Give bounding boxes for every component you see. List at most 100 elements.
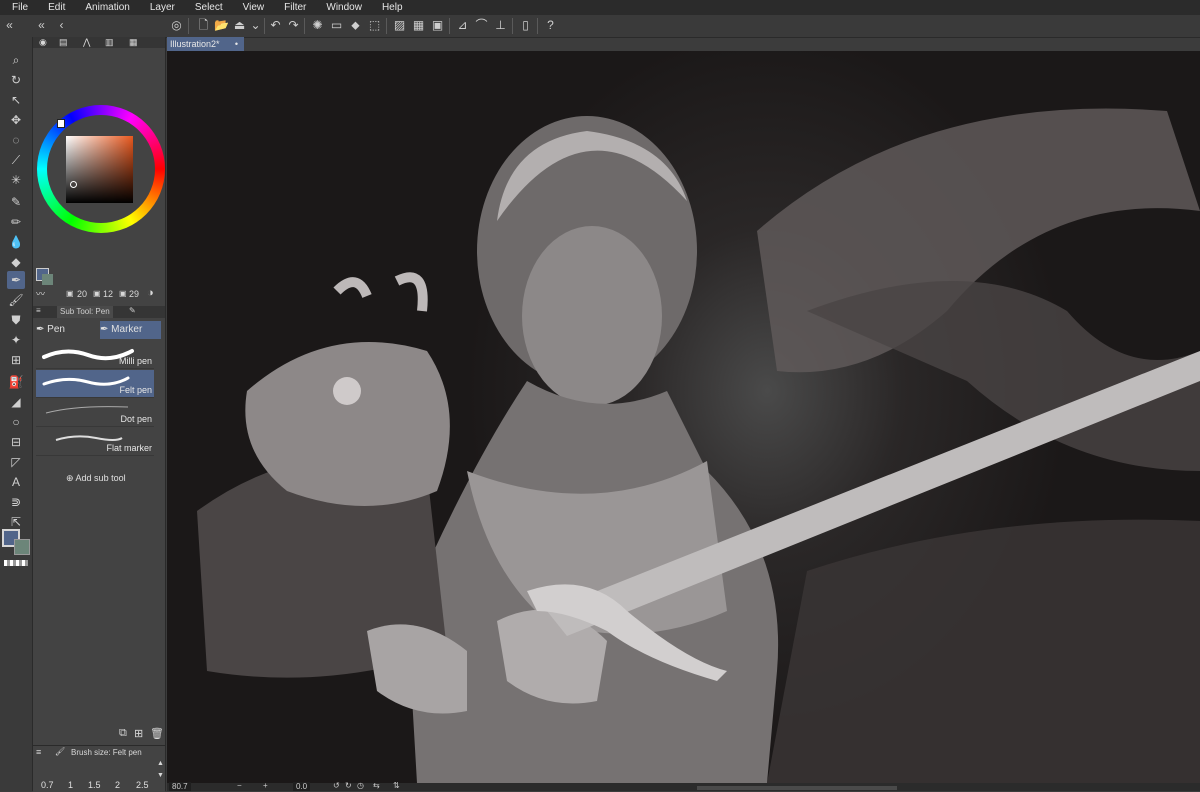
airbrush-icon[interactable]: ⛊: [7, 311, 25, 329]
delete-subtool-icon[interactable]: 🗑: [150, 727, 164, 740]
canvas[interactable]: [167, 51, 1200, 783]
menu-view[interactable]: View: [231, 0, 273, 15]
zoom-field[interactable]: 80.7: [169, 782, 191, 791]
gradient-icon[interactable]: ◢: [7, 393, 25, 411]
ruler-tool-icon[interactable]: ◸: [7, 453, 25, 471]
menu-window[interactable]: Window: [314, 0, 370, 15]
blend-icon[interactable]: 💧: [7, 233, 25, 251]
brush-dot-pen[interactable]: Dot pen: [36, 399, 154, 427]
size-preset[interactable]: 2.5: [136, 780, 149, 790]
new-canvas-icon[interactable]: 🗋: [196, 18, 211, 33]
brush-flat-marker[interactable]: Flat marker: [36, 428, 154, 456]
app-logo-icon[interactable]: ◎: [169, 18, 184, 33]
intermediate-tab-icon[interactable]: ▦: [129, 37, 138, 48]
tab-illustration2[interactable]: Illustration2* •: [167, 37, 244, 51]
undo-icon[interactable]: ↶: [268, 18, 283, 33]
magic-wand-icon[interactable]: ✳: [7, 171, 25, 189]
set-tab-icon[interactable]: ▤: [59, 37, 68, 48]
size-preset[interactable]: 0.7: [41, 780, 54, 790]
artwork[interactable]: [167, 51, 1200, 783]
collapse-left-icon[interactable]: «: [2, 18, 17, 33]
invert-icon[interactable]: ▦: [411, 18, 426, 33]
rotate-right-icon[interactable]: ↻: [345, 781, 352, 790]
fill-icon[interactable]: ⬥: [348, 18, 363, 33]
transparent-color-swatch[interactable]: [4, 560, 28, 566]
wheel-tab-icon[interactable]: ◉: [39, 37, 47, 48]
lasso-icon[interactable]: ◌: [7, 131, 25, 149]
object-icon[interactable]: ↖: [7, 91, 25, 109]
brush-icon[interactable]: 🖌: [7, 291, 25, 309]
pen-tool-icon[interactable]: ✎: [7, 193, 25, 211]
collapse-icon[interactable]: «: [34, 18, 49, 33]
pencil-icon[interactable]: ✏: [7, 213, 25, 231]
frame-icon[interactable]: ⊟: [7, 433, 25, 451]
brush-felt-pen[interactable]: Felt pen: [36, 370, 154, 398]
sub-color-swatch[interactable]: [14, 539, 30, 555]
chevron-left-icon[interactable]: ‹: [54, 18, 69, 33]
add-sub-tool-button[interactable]: ⊕ Add sub tool: [66, 473, 126, 484]
menu-select[interactable]: Select: [183, 0, 231, 15]
mini-sub-color[interactable]: [42, 274, 53, 285]
loading-icon[interactable]: ✺: [310, 18, 325, 33]
menu-layer[interactable]: Layer: [138, 0, 183, 15]
clear-icon[interactable]: ▭: [329, 18, 344, 33]
balloon-icon[interactable]: ⋑: [7, 493, 25, 511]
ruler-icon[interactable]: ⊿: [455, 18, 470, 33]
redo-icon[interactable]: ↷: [286, 18, 301, 33]
crop-icon[interactable]: ⬚: [367, 18, 382, 33]
grid-icon[interactable]: ⊞: [7, 351, 25, 369]
panel-menu-icon[interactable]: ≡: [36, 747, 41, 757]
menu-file[interactable]: File: [0, 0, 36, 15]
scroll-up-icon[interactable]: ▲: [157, 760, 164, 767]
brush-tab-icon[interactable]: ✎: [129, 306, 136, 315]
figure-icon[interactable]: ○: [7, 413, 25, 431]
rotate-icon[interactable]: ↻: [7, 71, 25, 89]
horizontal-scrollbar[interactable]: [697, 786, 897, 790]
open-icon[interactable]: 📂: [214, 18, 229, 33]
new-subtool-icon[interactable]: ⊞: [134, 727, 143, 740]
size-preset[interactable]: 2: [115, 780, 120, 790]
unsaved-dot-icon[interactable]: •: [235, 37, 238, 51]
slider-tab-icon[interactable]: ⋀: [83, 37, 90, 48]
deselect-icon[interactable]: ▨: [392, 18, 407, 33]
size-preset[interactable]: 1.5: [88, 780, 101, 790]
flip-v-icon[interactable]: ⇅: [393, 781, 400, 790]
dropdown-icon[interactable]: ⌄: [248, 18, 263, 33]
text-icon[interactable]: A: [7, 473, 25, 491]
eraser-icon[interactable]: ◆: [7, 253, 25, 271]
angle-field[interactable]: 0.0: [293, 782, 311, 791]
flip-h-icon[interactable]: ⇆: [373, 781, 380, 790]
move-icon[interactable]: ✥: [7, 111, 25, 129]
menu-animation[interactable]: Animation: [73, 0, 137, 15]
subtool-title[interactable]: Sub Tool: Pen: [57, 306, 113, 318]
zoom-in-icon[interactable]: +: [263, 781, 268, 790]
menu-help[interactable]: Help: [370, 0, 411, 15]
settings-icon[interactable]: ◑: [147, 287, 154, 299]
rotate-left-icon[interactable]: ↺: [333, 781, 340, 790]
curve-ruler-icon[interactable]: ⌒: [474, 18, 489, 33]
smartphone-icon[interactable]: ▯: [518, 18, 533, 33]
hue-cursor[interactable]: [57, 119, 65, 128]
panel-menu-icon[interactable]: ≡: [36, 306, 41, 315]
fill-bucket-icon[interactable]: ⛽: [7, 373, 25, 391]
help-icon[interactable]: ?: [543, 18, 558, 33]
tab-marker[interactable]: ✒ Marker: [100, 321, 161, 339]
save-icon[interactable]: ⏏: [232, 18, 247, 33]
selection-icon[interactable]: ▣: [430, 18, 445, 33]
rotate-reset-icon[interactable]: ◷: [357, 781, 364, 790]
saturation-value-square[interactable]: [66, 136, 133, 203]
brush-milli-pen[interactable]: Milli pen: [36, 341, 154, 369]
marker-icon[interactable]: ✒: [7, 271, 25, 289]
scroll-down-icon[interactable]: ▼: [157, 772, 164, 779]
perspective-icon[interactable]: ⊥: [493, 18, 508, 33]
zoom-out-icon[interactable]: −: [237, 781, 242, 790]
tab-pen[interactable]: ✒ Pen: [36, 321, 98, 339]
copy-subtool-icon[interactable]: ⧉: [119, 727, 127, 740]
color-cursor[interactable]: [70, 181, 77, 188]
size-preset[interactable]: 1: [68, 780, 73, 790]
decoration-icon[interactable]: ✦: [7, 331, 25, 349]
menu-filter[interactable]: Filter: [272, 0, 314, 15]
eyedropper-icon[interactable]: ⟋: [7, 151, 25, 169]
zoom-icon[interactable]: ⌕: [7, 51, 25, 69]
history-tab-icon[interactable]: ▥: [105, 37, 114, 48]
